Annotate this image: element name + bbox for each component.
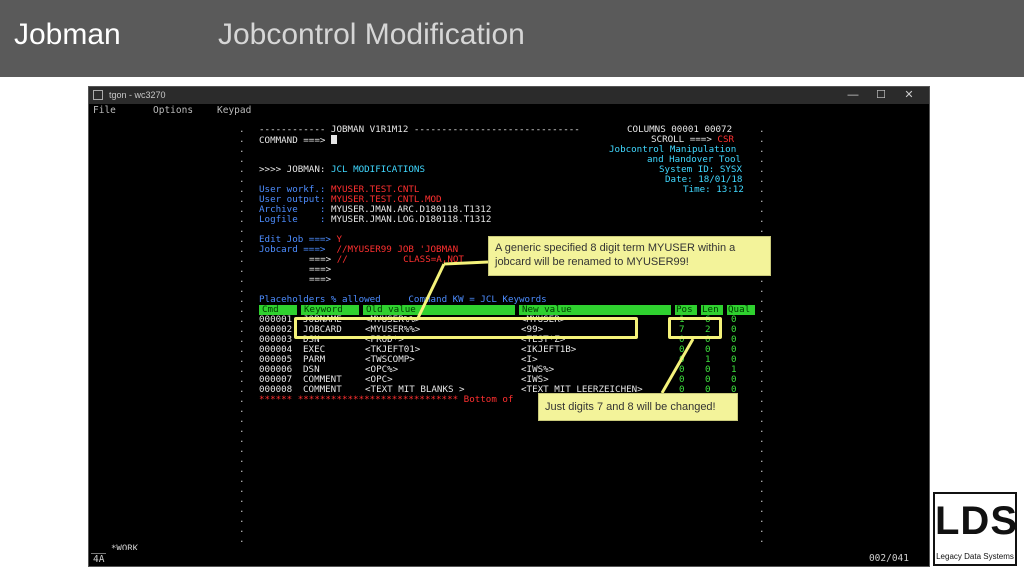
callout-bottom: Just digits 7 and 8 will be changed! [538, 393, 738, 421]
logo-name: Legacy Data Systems [936, 552, 1014, 561]
menu-keypad[interactable]: Keypad [217, 105, 251, 116]
pos-len-highlight [668, 317, 722, 339]
left-margin-dots: . . . . . . . . . . . . . . . . . . . . … [239, 124, 245, 545]
logo-letters: LDS [935, 499, 1018, 543]
jobcard-row-2: ===> // CLASS=A,NOT [259, 255, 464, 265]
menu-bar: File Options Keypad [89, 104, 929, 117]
window-titlebar[interactable]: tgon - wc3270 — ☐ ✕ [89, 87, 929, 104]
section-line: >>>> JOBMAN: JCL MODIFICATIONS [259, 165, 425, 175]
menu-options[interactable]: Options [153, 105, 193, 116]
callout-top: A generic specified 8 digit term MYUSER … [488, 236, 771, 276]
window-title: tgon - wc3270 [109, 90, 166, 100]
close-icon[interactable]: ✕ [895, 87, 923, 104]
status-cursor-pos: 002/041 [868, 553, 909, 564]
slide-subtitle: Jobcontrol Modification [218, 18, 525, 51]
right-margin-dots: . . . . . . . . . . . . . . . . . . . . … [759, 124, 765, 545]
lds-logo: LDS Legacy Data Systems [933, 492, 1017, 566]
panel-line: ------------ JOBMAN V1R1M12 ------------… [259, 124, 580, 135]
logfile-label: Logfile : [259, 214, 326, 225]
status-left: 4A [91, 553, 107, 565]
command-line: COMMAND ===> [259, 135, 337, 146]
slide-header: Jobman Jobcontrol Modification [0, 0, 1024, 77]
maximize-icon[interactable]: ☐ [867, 87, 895, 104]
jobcard-continuation[interactable]: // CLASS=A,NOT [337, 254, 464, 265]
slide-title: Jobman [14, 18, 121, 51]
bottom-line: ****** ***************************** Bot… [259, 394, 514, 405]
bottom-marker: ****** ***************************** Bot… [259, 395, 513, 405]
command-input[interactable] [330, 135, 337, 144]
jobcard-row-highlight [294, 317, 638, 339]
logfile-row: Logfile : MYUSER.JMAN.LOG.D180118.T1312 [259, 215, 491, 225]
command-label: COMMAND ===> [259, 135, 326, 146]
time-display: Time: 13:12 [683, 184, 744, 195]
panel-header-line: ------------ JOBMAN V1R1M12 ------------… [259, 125, 580, 135]
app-icon [93, 90, 103, 100]
jobman-prefix: >>>> JOBMAN: [259, 164, 326, 175]
logfile-value: MYUSER.JMAN.LOG.D180118.T1312 [330, 214, 492, 225]
menu-file[interactable]: File [93, 105, 116, 116]
status-bar: 4A 002/041 [89, 550, 929, 566]
section-title: JCL MODIFICATIONS [330, 164, 425, 175]
minimize-icon[interactable]: — [839, 87, 867, 104]
jobcard-arrow-4[interactable]: ===> [309, 275, 331, 285]
